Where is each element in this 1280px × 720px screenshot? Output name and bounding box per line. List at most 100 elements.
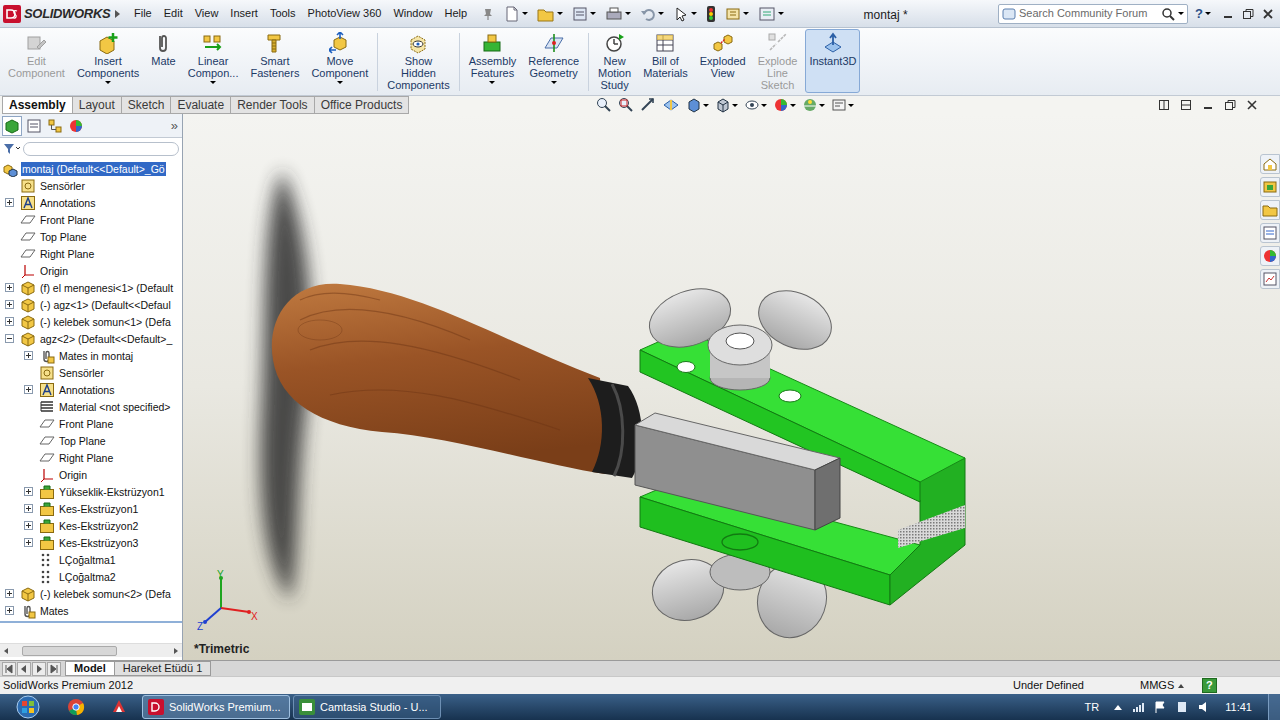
- command-button[interactable]: SmartFasteners: [246, 29, 303, 93]
- undo-icon[interactable]: [640, 6, 656, 22]
- minimize-icon[interactable]: [1222, 8, 1234, 20]
- command-tab[interactable]: Office Products: [314, 96, 410, 114]
- expand-toggle[interactable]: [24, 351, 33, 360]
- command-button[interactable]: Bill ofMaterials: [639, 29, 692, 93]
- command-button[interactable]: ExplodedView: [696, 29, 750, 93]
- search-icon[interactable]: [1161, 7, 1175, 21]
- viewport-tile-icon[interactable]: [1158, 99, 1170, 111]
- show-desktop-button[interactable]: [1268, 694, 1280, 720]
- menu-item[interactable]: PhotoView 360: [302, 5, 388, 22]
- tree-item[interactable]: montaj (Default<<Default>_Gö: [0, 160, 182, 177]
- tree-item[interactable]: Mates in montaj: [0, 347, 182, 364]
- tab-scroll-icon[interactable]: [48, 663, 60, 675]
- feature-tree-tab-icon[interactable]: [4, 118, 20, 134]
- expand-toggle[interactable]: [24, 487, 33, 496]
- command-icon[interactable]: [604, 32, 626, 54]
- custom-properties-icon[interactable]: [1262, 271, 1278, 287]
- command-button[interactable]: ReferenceGeometry: [524, 29, 583, 93]
- command-icon[interactable]: [712, 32, 734, 54]
- section-view-icon[interactable]: [662, 97, 680, 113]
- tree-item[interactable]: Right Plane: [0, 449, 182, 466]
- tree-item[interactable]: Kes-Ekstrüzyon3: [0, 534, 182, 551]
- device-icon[interactable]: [1175, 700, 1189, 714]
- bottom-tab[interactable]: Hareket Etüdü 1: [114, 661, 212, 676]
- status-help-button[interactable]: ?: [1202, 678, 1217, 693]
- expand-toggle[interactable]: [24, 385, 33, 394]
- command-icon[interactable]: [654, 32, 676, 54]
- filter-icon[interactable]: [3, 143, 21, 155]
- expand-toggle[interactable]: [5, 300, 14, 309]
- tree-item[interactable]: (f) el mengenesi<1> (Default: [0, 279, 182, 296]
- select-icon[interactable]: [673, 6, 689, 22]
- display-manager-tab-icon[interactable]: [68, 118, 84, 134]
- view-orientation-icon[interactable]: [686, 97, 702, 113]
- bottom-tab[interactable]: Model: [65, 661, 115, 676]
- menu-item[interactable]: File: [128, 5, 158, 22]
- new-document-icon[interactable]: [504, 6, 520, 22]
- vise-model[interactable]: [183, 114, 1279, 660]
- scroll-left-icon[interactable]: [0, 645, 12, 657]
- expand-toggle[interactable]: [5, 198, 14, 207]
- restore-icon[interactable]: [1242, 8, 1254, 20]
- design-library-icon[interactable]: [1262, 179, 1278, 195]
- command-icon[interactable]: [152, 32, 174, 54]
- command-tab[interactable]: Render Tools: [230, 96, 315, 114]
- tree-item[interactable]: Kes-Ekstrüzyon1: [0, 500, 182, 517]
- menu-item[interactable]: View: [189, 5, 225, 22]
- command-icon[interactable]: [407, 32, 429, 54]
- tree-item[interactable]: Origin: [0, 466, 182, 483]
- view-settings-icon[interactable]: [831, 97, 847, 113]
- language-indicator[interactable]: TR: [1085, 699, 1114, 716]
- expand-toggle[interactable]: [5, 283, 14, 292]
- graphics-area[interactable]: YXZ*Trimetric: [183, 114, 1280, 660]
- options-icon[interactable]: [758, 6, 776, 22]
- taskbar-window-button[interactable]: Camtasia Studio - U...: [293, 695, 441, 719]
- tree-item[interactable]: Origin: [0, 262, 182, 279]
- edit-appearance-icon[interactable]: [773, 97, 789, 113]
- chrome-icon[interactable]: [67, 698, 85, 716]
- tree-item[interactable]: LÇoğaltma1: [0, 551, 182, 568]
- tree-item[interactable]: (-) agz<1> (Default<<Defaul: [0, 296, 182, 313]
- command-icon[interactable]: [329, 32, 351, 54]
- search-input[interactable]: [1019, 5, 1158, 22]
- command-icon[interactable]: [97, 32, 119, 54]
- tab-scroll-icon[interactable]: [3, 663, 15, 675]
- file-icon[interactable]: [725, 6, 741, 22]
- expand-toggle[interactable]: [5, 317, 14, 326]
- command-tab[interactable]: Evaluate: [170, 96, 231, 114]
- tree-item[interactable]: Top Plane: [0, 228, 182, 245]
- viewport-split-icon[interactable]: [1180, 99, 1192, 111]
- pin-icon[interactable]: [481, 7, 495, 21]
- command-icon[interactable]: [767, 32, 789, 54]
- command-icon[interactable]: [264, 32, 286, 54]
- tree-filter-field[interactable]: [23, 142, 179, 156]
- expand-toggle[interactable]: [5, 334, 14, 343]
- expand-toggle[interactable]: [5, 606, 14, 615]
- previous-view-icon[interactable]: [640, 97, 656, 113]
- property-manager-tab-icon[interactable]: [26, 118, 42, 134]
- expand-toggle[interactable]: [24, 538, 33, 547]
- tree-item[interactable]: Sensörler: [0, 364, 182, 381]
- volume-icon[interactable]: [1197, 700, 1211, 714]
- tab-scroll-icon[interactable]: [33, 663, 45, 675]
- command-icon[interactable]: [822, 32, 844, 54]
- command-tab[interactable]: Layout: [72, 96, 122, 114]
- command-button[interactable]: Instant3D: [805, 29, 860, 93]
- tree-item[interactable]: Top Plane: [0, 432, 182, 449]
- menu-item[interactable]: Insert: [224, 5, 264, 22]
- tree-item[interactable]: Front Plane: [0, 211, 182, 228]
- tree-item[interactable]: Front Plane: [0, 415, 182, 432]
- command-tab[interactable]: Assembly: [2, 96, 73, 114]
- viewport-close-icon[interactable]: [1246, 99, 1258, 111]
- network-icon[interactable]: [1131, 700, 1145, 714]
- scroll-right-icon[interactable]: [170, 645, 182, 657]
- zoom-area-icon[interactable]: [618, 97, 634, 113]
- menu-item[interactable]: Window: [387, 5, 438, 22]
- expand-toggle[interactable]: [24, 521, 33, 530]
- units-selector[interactable]: MMGS: [1140, 677, 1202, 694]
- show-hidden-icons-icon[interactable]: [1113, 702, 1123, 712]
- resources-icon[interactable]: [1262, 156, 1278, 172]
- hide-show-icon[interactable]: [744, 97, 760, 113]
- command-button[interactable]: ShowHiddenComponents: [383, 29, 453, 93]
- more-tabs-button[interactable]: »: [171, 116, 182, 136]
